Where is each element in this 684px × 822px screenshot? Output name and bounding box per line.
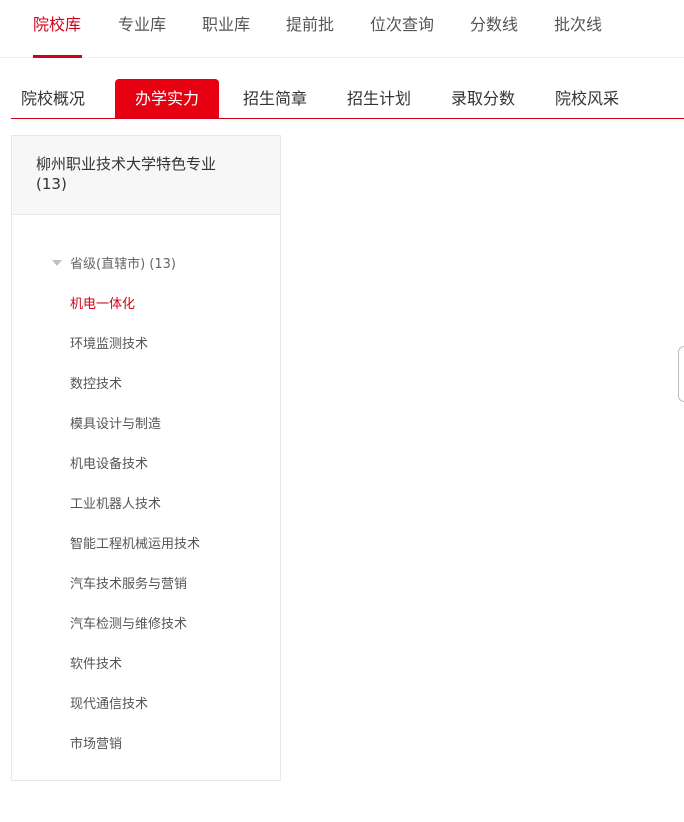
major-item[interactable]: 现代通信技术 — [70, 695, 148, 715]
major-item[interactable]: 机电设备技术 — [70, 455, 148, 475]
tab-campus-style[interactable]: 院校风采 — [535, 79, 639, 118]
caret-down-icon — [52, 259, 62, 266]
top-navigation: 院校库 专业库 职业库 提前批 位次查询 分数线 批次线 — [0, 0, 684, 58]
major-item[interactable]: 市场营销 — [70, 735, 122, 755]
major-item[interactable]: 工业机器人技术 — [70, 495, 161, 515]
major-item[interactable]: 数控技术 — [70, 375, 122, 395]
panel-count: (13) — [36, 175, 67, 193]
floating-side-widget[interactable] — [678, 346, 684, 402]
major-item[interactable]: 机电一体化 — [70, 295, 135, 315]
tree-node-label: 省级(直辖市) (13) — [70, 257, 176, 272]
tab-admission-brochure[interactable]: 招生简章 — [223, 79, 327, 118]
major-item[interactable]: 环境监测技术 — [70, 335, 148, 355]
tab-strength[interactable]: 办学实力 — [115, 79, 219, 118]
university-tabs: 院校概况 办学实力 招生简章 招生计划 录取分数 院校风采 — [11, 79, 684, 119]
nav-item-university-library[interactable]: 院校库 — [33, 14, 81, 36]
nav-item-career-library[interactable]: 职业库 — [202, 14, 250, 36]
major-item[interactable]: 模具设计与制造 — [70, 415, 161, 435]
panel-title: 柳州职业技术大学特色专业 — [36, 155, 217, 173]
major-item[interactable]: 汽车技术服务与营销 — [70, 575, 187, 595]
featured-majors-panel: 柳州职业技术大学特色专业 (13) 省级(直辖市) (13) 机电一体化 环境监… — [11, 135, 281, 781]
nav-active-underline — [33, 55, 82, 58]
tab-admission-scores[interactable]: 录取分数 — [431, 79, 535, 118]
panel-header: 柳州职业技术大学特色专业 (13) — [12, 136, 280, 215]
nav-item-major-library[interactable]: 专业库 — [118, 14, 166, 36]
nav-item-batch-line[interactable]: 批次线 — [554, 14, 602, 36]
major-item[interactable]: 智能工程机械运用技术 — [70, 535, 200, 555]
nav-item-early-batch[interactable]: 提前批 — [286, 14, 334, 36]
tree-node-provincial[interactable]: 省级(直辖市) (13) — [52, 255, 176, 275]
major-item[interactable]: 软件技术 — [70, 655, 122, 675]
tab-enrollment-plan[interactable]: 招生计划 — [327, 79, 431, 118]
nav-item-score-line[interactable]: 分数线 — [470, 14, 518, 36]
nav-item-rank-query[interactable]: 位次查询 — [370, 14, 434, 36]
major-item[interactable]: 汽车检测与维修技术 — [70, 615, 187, 635]
tab-overview[interactable]: 院校概况 — [21, 79, 115, 118]
